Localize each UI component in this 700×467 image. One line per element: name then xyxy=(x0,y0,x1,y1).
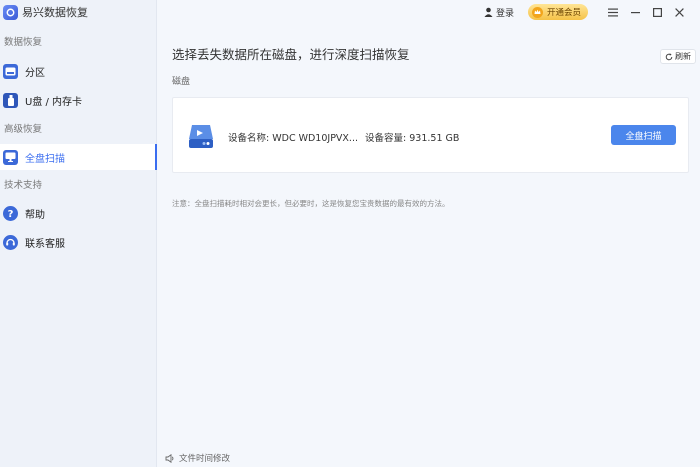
sidebar-item-full-scan[interactable]: 全盘扫描 xyxy=(0,144,157,170)
maximize-icon xyxy=(652,7,662,17)
sidebar-item-partition[interactable]: 分区 xyxy=(0,58,156,84)
close-button[interactable] xyxy=(668,0,690,24)
sidebar-item-contact[interactable]: 联系客服 xyxy=(0,229,156,255)
disk-info: 设备名称: WDC WD10JPVX... 设备容量: 931.51 GB xyxy=(228,130,459,144)
usb-drive-icon xyxy=(3,92,18,108)
menu-button[interactable] xyxy=(602,0,624,24)
section-title-data-recovery: 数据恢复 xyxy=(4,37,43,48)
minimize-button[interactable] xyxy=(624,0,646,24)
sidebar: 易兴数据恢复 数据恢复 分区 U盘 / 内存卡 高级恢复 全盘扫描 技术支持 ?… xyxy=(0,0,157,467)
minimize-icon xyxy=(630,11,640,13)
sidebar-item-label: 帮助 xyxy=(25,209,45,221)
full-scan-button[interactable]: 全盘扫描 xyxy=(611,125,676,145)
refresh-label: 刷新 xyxy=(675,52,691,61)
hard-disk-icon xyxy=(187,122,215,153)
app-logo-icon xyxy=(3,4,18,20)
refresh-button[interactable]: 刷新 xyxy=(660,49,696,64)
device-capacity-label: 设备容量: xyxy=(365,133,407,144)
disk-section-label: 磁盘 xyxy=(172,77,191,87)
partition-icon xyxy=(3,63,18,79)
device-name-value: WDC WD10JPVX... xyxy=(272,133,358,144)
vip-label: 开通会员 xyxy=(546,8,581,18)
close-icon xyxy=(674,7,684,17)
sidebar-item-label: U盘 / 内存卡 xyxy=(25,96,83,108)
vip-button[interactable]: 开通会员 xyxy=(527,4,588,20)
monitor-icon xyxy=(3,149,18,165)
help-icon: ? xyxy=(3,205,18,221)
app-header: 易兴数据恢复 xyxy=(0,0,156,24)
section-title-tech-support: 技术支持 xyxy=(4,180,43,191)
page-title: 选择丢失数据所在磁盘，进行深度扫描恢复 xyxy=(172,47,410,62)
scan-note: 注意：全盘扫描耗时相对会更长，但必要时，这是恢复您宝贵数据的最有效的方法。 xyxy=(172,199,450,208)
user-icon xyxy=(484,7,493,17)
title-bar: 登录 开通会员 xyxy=(157,0,700,24)
sidebar-item-usb[interactable]: U盘 / 内存卡 xyxy=(0,87,156,113)
login-button[interactable]: 登录 xyxy=(484,6,514,19)
disk-card[interactable]: 设备名称: WDC WD10JPVX... 设备容量: 931.51 GB 全盘… xyxy=(172,97,689,173)
maximize-button[interactable] xyxy=(646,0,668,24)
refresh-icon xyxy=(665,52,673,60)
svg-text:?: ? xyxy=(8,209,14,219)
device-capacity-value: 931.51 GB xyxy=(409,133,460,144)
footer-status-text: 文件时间修改 xyxy=(179,454,231,464)
sidebar-item-label: 全盘扫描 xyxy=(25,153,65,165)
footer-status[interactable]: 文件时间修改 xyxy=(165,452,230,464)
sidebar-item-label: 联系客服 xyxy=(25,238,65,250)
sidebar-item-help[interactable]: ? 帮助 xyxy=(0,200,156,226)
device-name-label: 设备名称: xyxy=(228,133,270,144)
speaker-icon xyxy=(165,453,174,463)
menu-icon xyxy=(608,8,618,16)
sidebar-item-label: 分区 xyxy=(25,67,45,79)
login-label: 登录 xyxy=(495,8,514,19)
section-title-advanced-recovery: 高级恢复 xyxy=(4,124,43,135)
app-title: 易兴数据恢复 xyxy=(22,6,88,19)
customer-service-icon xyxy=(3,234,18,250)
crown-icon xyxy=(531,6,543,18)
